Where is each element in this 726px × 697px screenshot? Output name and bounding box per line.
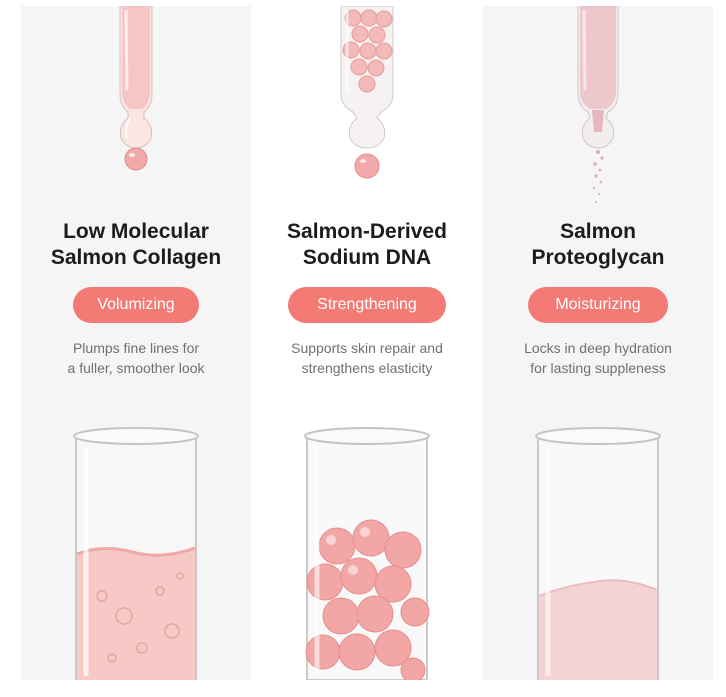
- ingredient-card-dna: Salmon-Derived Sodium DNA Strengthening …: [251, 6, 483, 680]
- liquid-test-tube-icon: [73, 427, 199, 680]
- ingredient-description: Locks in deep hydration for lasting supp…: [524, 340, 672, 376]
- ingredient-card-collagen: Low Molecular Salmon Collagen Volumizing…: [21, 6, 251, 680]
- ingredient-description: Plumps fine lines for a fuller, smoother…: [67, 340, 205, 376]
- powder-test-tube-icon: [535, 427, 661, 680]
- ingredient-title: Low Molecular Salmon Collagen: [50, 220, 222, 269]
- ingredient-title: Salmon-Derived Sodium DNA: [287, 220, 447, 269]
- ingredient-card-proteoglycan: Salmon Proteoglycan Moisturizing Locks i…: [483, 6, 713, 680]
- ingredient-title: Salmon Proteoglycan: [531, 220, 665, 269]
- benefit-badge: Strengthening: [288, 287, 446, 323]
- bead-dropper-icon: [340, 6, 394, 179]
- beads-test-tube-icon: [304, 427, 430, 680]
- powder-dropper-icon: [577, 6, 619, 203]
- benefit-badge: Volumizing: [73, 287, 199, 323]
- serum-dropper-icon: [119, 6, 153, 171]
- benefit-badge: Moisturizing: [528, 287, 668, 323]
- ingredient-description: Supports skin repair and strengthens ela…: [291, 340, 443, 376]
